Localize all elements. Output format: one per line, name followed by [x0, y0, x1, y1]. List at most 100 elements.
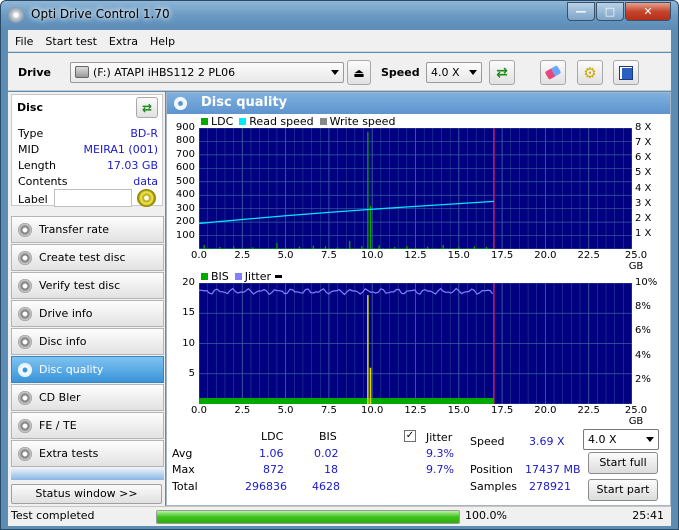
progress-fill [157, 511, 459, 523]
y-tick-label: 20 [182, 277, 195, 288]
nav-extra-tests[interactable]: Extra tests [11, 440, 164, 467]
y2-tick-label: 4% [635, 349, 651, 361]
settings-button[interactable]: ⚙ [577, 60, 603, 85]
max-jitter: 9.7% [426, 463, 454, 476]
nav-drive-info[interactable]: Drive info [11, 300, 164, 327]
legend-bis: BIS [211, 270, 229, 283]
ldc-swatch [201, 118, 208, 125]
disc-label-input[interactable] [54, 189, 132, 207]
panel-header: Disc quality [167, 93, 670, 114]
y2-tick-label: 3 X [635, 197, 652, 209]
x-tick-label: 10.0 [361, 405, 384, 416]
total-bis: 4628 [312, 480, 340, 493]
max-label: Max [172, 463, 195, 476]
gears-icon: ⚙ [583, 63, 597, 82]
jitter-swatch [234, 273, 242, 280]
erase-button[interactable] [540, 60, 566, 85]
disc-label-icon[interactable] [137, 189, 156, 207]
position-value: 17437 MB [525, 463, 581, 476]
disc-icon [18, 390, 32, 405]
y-tick-label: 15 [182, 307, 195, 319]
avg-ldc: 1.06 [259, 447, 284, 460]
max-bis: 18 [324, 463, 338, 476]
disc-type-label: Type [18, 127, 44, 140]
jitter-checkbox[interactable]: ✓ [404, 430, 416, 442]
avg-label: Avg [172, 447, 193, 460]
eject-icon: ⏏ [353, 65, 365, 80]
nav-label: Disc info [39, 335, 87, 348]
panel-title: Disc quality [201, 95, 288, 110]
y2-tick-label: 10% [635, 277, 658, 288]
test-speed-value: 4.0 X [588, 433, 617, 446]
y2-tick-label: 4 X [635, 182, 652, 194]
chevron-down-icon [331, 70, 339, 75]
disc-quality-panel: Disc quality LDC Read speed Write speed … [166, 92, 671, 506]
nav-disc-quality[interactable]: Disc quality [11, 356, 164, 383]
app-window: Opti Drive Control 1.70 — □ ✕ File Start … [0, 0, 679, 530]
x-tick-label: 25.0 GB [624, 405, 648, 427]
refresh-arrows-icon: ⇄ [496, 64, 508, 81]
refresh-arrows-icon: ⇄ [141, 100, 153, 115]
jitter-marker [275, 275, 282, 278]
col-bis-header: BIS [319, 430, 337, 443]
disc-contents-value: data [133, 175, 158, 188]
nav-label: Transfer rate [39, 223, 110, 236]
save-button[interactable] [613, 60, 639, 85]
y2-tick-label: 5 X [635, 167, 652, 179]
col-ldc-header: LDC [261, 430, 284, 443]
x-tick-label: 2.5 [234, 405, 251, 416]
minimize-button[interactable]: — [567, 2, 595, 21]
menu-help[interactable]: Help [150, 35, 175, 48]
bis-baseline-bar [199, 397, 494, 404]
samples-value: 278921 [529, 480, 571, 493]
x-tick-label: 2.5 [234, 250, 251, 261]
x-tick-label: 12.5 [404, 405, 427, 416]
status-window-button[interactable]: Status window >> [11, 484, 162, 504]
y2-tick-label: 2% [635, 373, 651, 385]
status-bar: Test completed 100.0% 25:41 [8, 506, 671, 526]
disc-icon [18, 362, 32, 377]
y2-tick-label: 2 X [635, 212, 652, 224]
x-tick-label: 22.5 [577, 250, 600, 261]
nav-verify-test-disc[interactable]: Verify test disc [11, 272, 164, 299]
disc-icon [174, 97, 187, 110]
start-part-button[interactable]: Start part [588, 479, 658, 501]
menu-extra[interactable]: Extra [109, 35, 138, 48]
eject-button[interactable]: ⏏ [347, 60, 371, 85]
refresh-speed-button[interactable]: ⇄ [489, 60, 515, 85]
elapsed-time: 25:41 [632, 509, 664, 522]
ldc-chart [199, 128, 632, 249]
y-tick-label: 400 [175, 189, 195, 201]
menu-file[interactable]: File [15, 35, 33, 48]
max-ldc: 872 [263, 463, 284, 476]
nav-fe-te[interactable]: FE / TE [11, 412, 164, 439]
maximize-button[interactable]: □ [596, 2, 624, 21]
y-tick-label: 100 [175, 229, 195, 241]
drive-select[interactable]: (F:) ATAPI iHBS112 2 PL06 [70, 62, 344, 83]
title-bar[interactable]: Opti Drive Control 1.70 — □ ✕ [1, 1, 678, 29]
disc-refresh-button[interactable]: ⇄ [136, 97, 158, 118]
nav-transfer-rate[interactable]: Transfer rate [11, 216, 164, 243]
speed-stat-value: 3.69 X [529, 435, 565, 448]
sidebar: Disc ⇄ Type BD-R MID MEIRA1 (001) Length… [8, 92, 165, 506]
x-tick-label: 7.5 [320, 250, 337, 261]
nav-cd-bler[interactable]: CD Bler [11, 384, 164, 411]
menu-start-test[interactable]: Start test [45, 35, 97, 48]
x-tick-label: 20.0 [534, 250, 557, 261]
close-button[interactable]: ✕ [625, 2, 671, 21]
bis-jitter-chart [199, 283, 632, 404]
disc-length-label: Length [18, 159, 56, 172]
y-tick-label: 700 [175, 148, 195, 160]
nav-disc-info[interactable]: Disc info [11, 328, 164, 355]
nav-create-test-disc[interactable]: Create test disc [11, 244, 164, 271]
start-full-button[interactable]: Start full [588, 452, 658, 474]
disc-icon [18, 306, 32, 321]
x-tick-label: 15.0 [447, 250, 470, 261]
speed-select[interactable]: 4.0 X [426, 62, 482, 83]
disc-info-panel: Disc ⇄ Type BD-R MID MEIRA1 (001) Length… [11, 94, 163, 207]
drive-select-value: (F:) ATAPI iHBS112 2 PL06 [93, 66, 236, 79]
nav-label: Disc quality [39, 363, 104, 376]
y-tick-label: 900 [175, 122, 195, 133]
legend-ldc: LDC [211, 115, 234, 128]
test-speed-select[interactable]: 4.0 X [583, 429, 659, 450]
